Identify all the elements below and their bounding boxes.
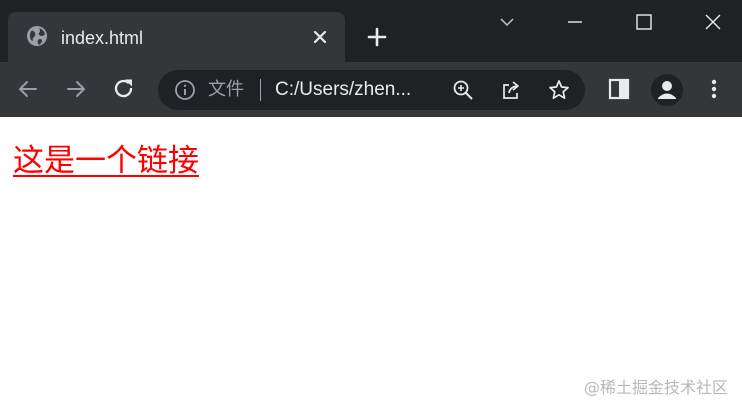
tab-index-html[interactable]: index.html (8, 12, 345, 62)
scheme-label: 文件 (208, 79, 244, 100)
browser-window: index.html 文件 C:/Users/zhen... 这是一个链接 @稀… (0, 0, 742, 410)
share-icon[interactable] (500, 79, 522, 101)
profile-icon[interactable] (651, 74, 683, 106)
reload-icon[interactable] (111, 76, 137, 102)
browser-toolbar: 文件 C:/Users/zhen... (0, 62, 742, 117)
close-window-icon[interactable] (698, 8, 728, 38)
info-icon[interactable] (174, 79, 196, 101)
side-panel-icon[interactable] (606, 76, 632, 102)
tab-search-icon[interactable] (492, 8, 522, 38)
omnibox-divider (260, 79, 261, 101)
page-content: 这是一个链接 @稀土掘金技术社区 (0, 117, 742, 410)
watermark: @稀土掘金技术社区 (583, 378, 728, 397)
arrow-right-icon[interactable] (63, 76, 89, 102)
address-bar[interactable]: 文件 C:/Users/zhen... (158, 70, 585, 110)
more-vertical-icon[interactable] (701, 76, 727, 102)
minimize-icon[interactable] (560, 8, 590, 38)
tab-strip: index.html (0, 0, 742, 62)
star-icon[interactable] (548, 79, 570, 101)
url-text[interactable]: C:/Users/zhen... (275, 78, 411, 102)
tab-title: index.html (61, 28, 144, 48)
maximize-icon[interactable] (629, 8, 659, 38)
close-tab-icon[interactable] (308, 25, 332, 49)
new-tab-icon[interactable] (365, 25, 389, 49)
arrow-left-icon[interactable] (15, 76, 41, 102)
globe-icon (26, 25, 48, 47)
page-link[interactable]: 这是一个链接 (13, 141, 199, 181)
zoom-in-icon[interactable] (452, 79, 474, 101)
